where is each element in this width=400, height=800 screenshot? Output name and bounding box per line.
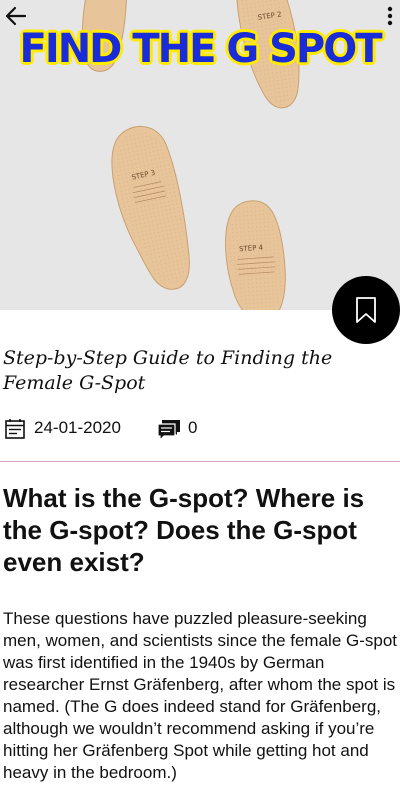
hero-title: FIND THE G SPOT xyxy=(19,26,383,72)
more-vertical-icon xyxy=(387,6,393,26)
insole-label: STEP 4 xyxy=(239,244,264,254)
insole-step-3: STEP 3 xyxy=(111,125,190,290)
overflow-menu-button[interactable] xyxy=(382,4,398,28)
comment-count[interactable]: 0 xyxy=(188,418,197,438)
divider xyxy=(0,461,400,462)
article-heading: What is the G-spot? Where is the G-spot?… xyxy=(3,483,365,577)
comments-icon[interactable] xyxy=(156,418,182,442)
arrow-left-icon xyxy=(5,6,27,26)
bookmark-icon xyxy=(356,297,376,323)
hero-image: STEP 2 STEP 3 STEP 4 FIND THE G SPOT xyxy=(0,0,400,310)
article-date: 24-01-2020 xyxy=(34,418,121,437)
article-subtitle: Step-by-Step Guide to Finding the Female… xyxy=(3,347,333,394)
insole-step-4: STEP 4 xyxy=(225,200,286,310)
back-button[interactable] xyxy=(4,4,28,28)
bookmark-button[interactable] xyxy=(332,276,400,344)
article-meta: 24-01-2020 0 xyxy=(4,414,384,442)
calendar-icon xyxy=(5,419,25,439)
article-body: These questions have puzzled pleasure-se… xyxy=(3,609,398,782)
